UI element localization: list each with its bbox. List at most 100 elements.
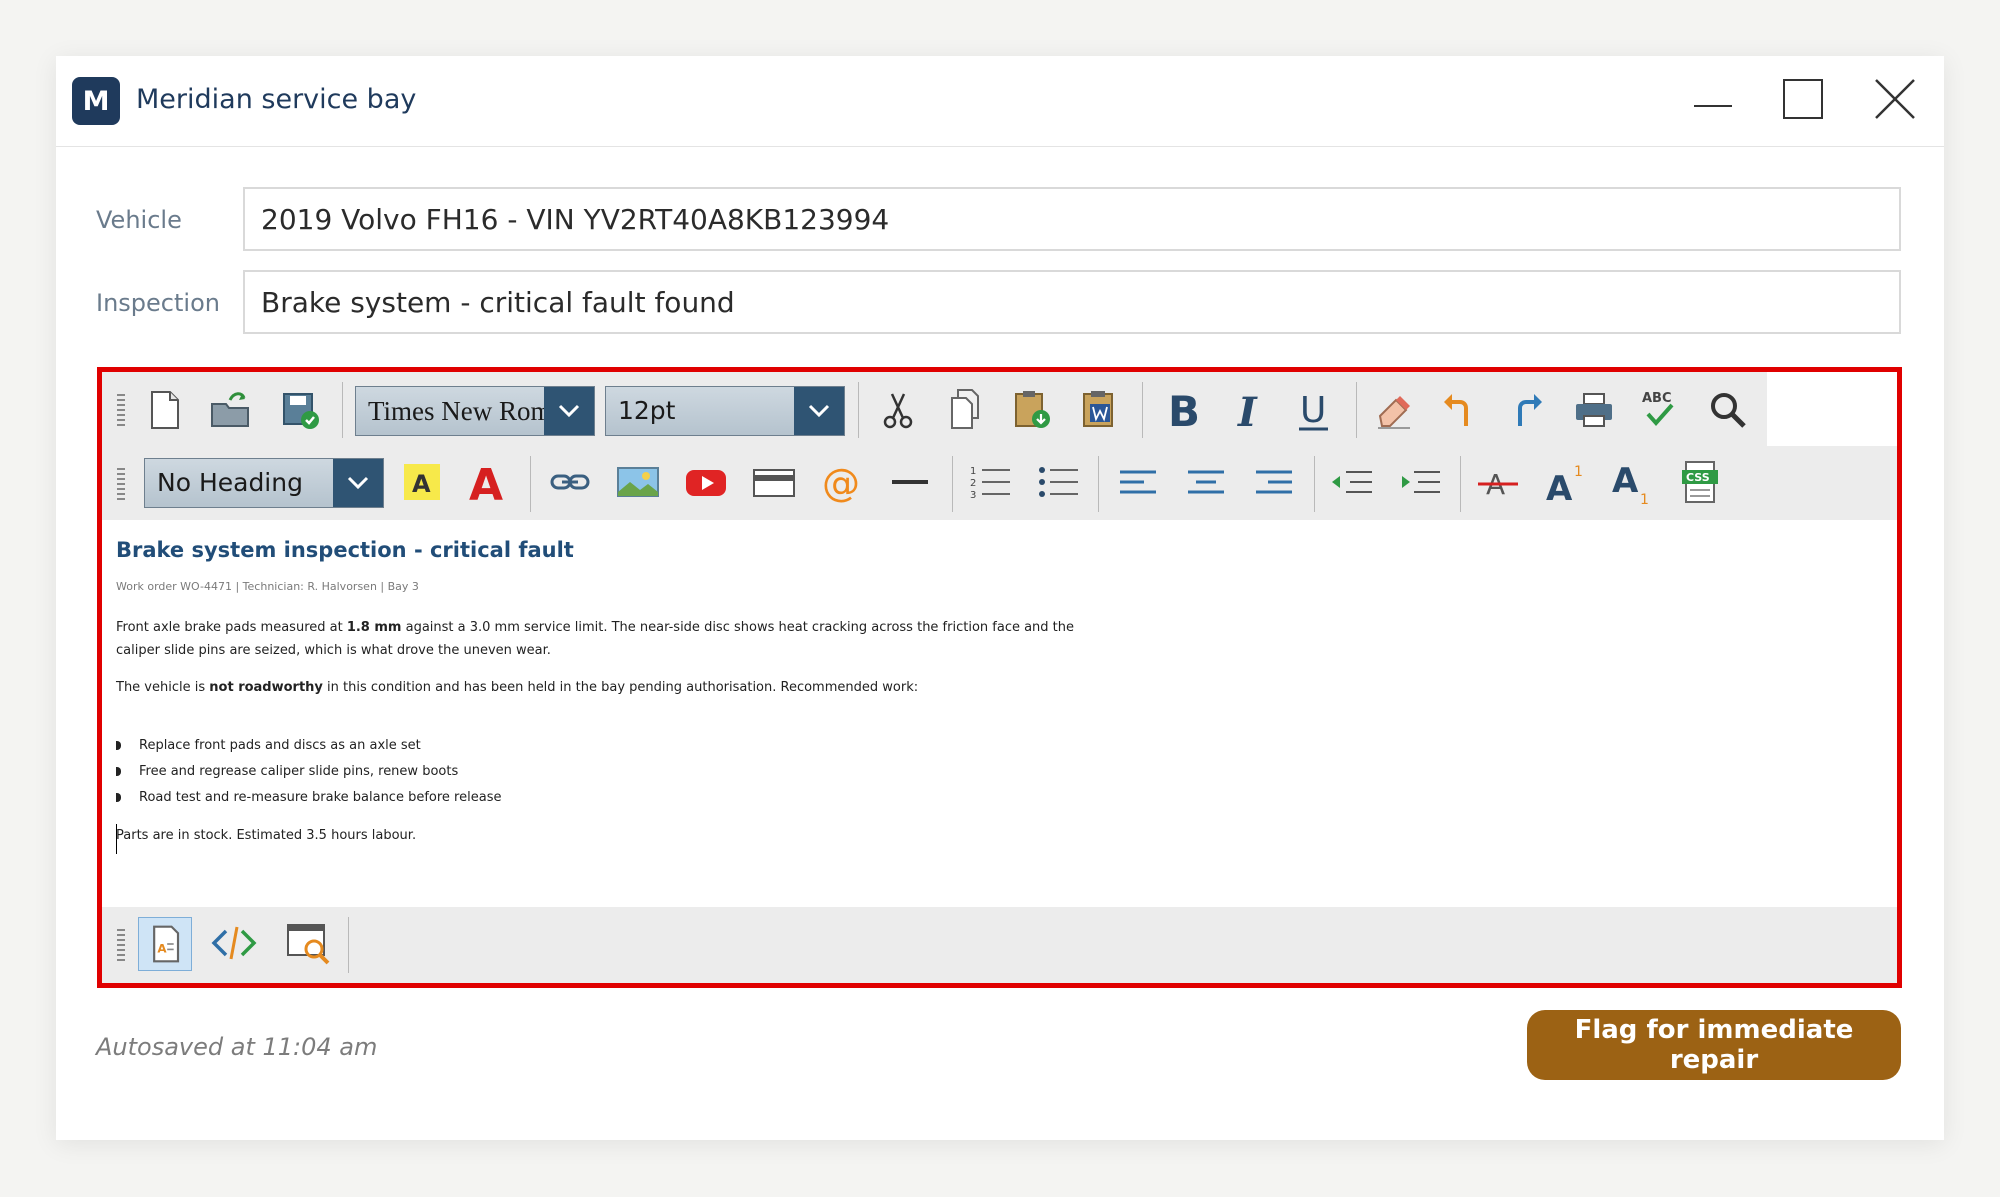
svg-text:B: B xyxy=(1168,387,1200,434)
bold-icon: B xyxy=(1168,387,1200,434)
list-item: Replace front pads and discs as an axle … xyxy=(116,738,421,753)
highlight-color-icon: A xyxy=(404,464,440,500)
toolbar-separator xyxy=(952,456,953,512)
close-button[interactable] xyxy=(1864,70,1924,130)
toolbar-separator xyxy=(348,917,349,973)
align-right-button[interactable] xyxy=(1250,458,1298,506)
numbered-list-button[interactable]: 123 xyxy=(966,458,1014,506)
svg-text:I: I xyxy=(1237,389,1258,434)
flag-repair-button[interactable]: Flag for immediate repair xyxy=(1527,1010,1901,1080)
toolbar-row-1: Times New Roman 12pt B I U ABC xyxy=(102,372,1767,446)
paste-from-word-button[interactable] xyxy=(1076,386,1124,434)
italic-button[interactable]: I xyxy=(1224,386,1272,434)
insert-link-button[interactable] xyxy=(546,458,594,506)
editor-content-area[interactable]: Brake system inspection - critical fault… xyxy=(116,538,1876,878)
redo-button[interactable] xyxy=(1502,386,1550,434)
spellcheck-text: ABC xyxy=(1642,391,1672,406)
find-button[interactable] xyxy=(1704,386,1752,434)
toolbar-separator xyxy=(530,456,531,512)
outdent-button[interactable] xyxy=(1328,458,1376,506)
toolbar-grip[interactable] xyxy=(117,468,125,502)
insert-email-button[interactable]: @ xyxy=(818,458,866,506)
heading-style-dropdown[interactable]: No Heading xyxy=(144,458,384,508)
link-icon xyxy=(550,474,590,490)
inspection-label: Inspection xyxy=(96,289,220,317)
open-file-button[interactable] xyxy=(206,386,254,434)
svg-text:1: 1 xyxy=(1574,464,1583,480)
toolbar-separator xyxy=(1314,456,1315,512)
font-size-dropdown[interactable]: 12pt xyxy=(605,386,845,436)
font-color-button[interactable]: A xyxy=(464,458,512,506)
superscript-icon: A1 xyxy=(1546,464,1583,506)
spellcheck-button[interactable]: ABC xyxy=(1636,386,1684,434)
insert-frame-button[interactable] xyxy=(750,458,798,506)
svg-text:A: A xyxy=(412,470,431,498)
chevron-down-icon xyxy=(794,387,844,435)
align-right-icon xyxy=(1256,470,1292,494)
vehicle-label: Vehicle xyxy=(96,206,182,234)
svg-text:A: A xyxy=(1546,469,1573,506)
italic-icon: I xyxy=(1237,389,1258,434)
close-icon xyxy=(1875,79,1915,119)
frame-icon xyxy=(753,469,795,497)
text-caret xyxy=(116,824,117,854)
strikethrough-button[interactable]: A xyxy=(1474,458,1522,506)
font-family-dropdown[interactable]: Times New Roman xyxy=(355,386,595,436)
svg-text:3: 3 xyxy=(970,490,976,501)
search-icon xyxy=(1711,393,1746,428)
toolbar-grip[interactable] xyxy=(117,929,125,963)
horizontal-rule-button[interactable] xyxy=(886,458,934,506)
highlight-color-button[interactable]: A xyxy=(398,458,446,506)
toolbar-grip[interactable] xyxy=(117,394,125,428)
indent-button[interactable] xyxy=(1396,458,1444,506)
insert-image-button[interactable] xyxy=(614,458,662,506)
bold-button[interactable]: B xyxy=(1158,386,1206,434)
document-title: Brake system inspection - critical fault xyxy=(116,538,574,562)
copy-button[interactable] xyxy=(942,386,990,434)
video-icon xyxy=(686,470,726,496)
vehicle-input[interactable] xyxy=(243,187,1901,251)
toolbar-separator xyxy=(1098,456,1099,512)
underline-button[interactable]: U xyxy=(1290,386,1338,434)
clear-formatting-button[interactable] xyxy=(1370,386,1418,434)
horizontal-rule-icon xyxy=(892,480,928,484)
outdent-icon xyxy=(1332,471,1372,493)
inspection-input[interactable] xyxy=(243,270,1901,334)
align-left-button[interactable] xyxy=(1114,458,1162,506)
svg-text:1: 1 xyxy=(1640,492,1649,506)
app-window: M Meridian service bay Vehicle Inspectio… xyxy=(56,56,1944,1140)
align-center-icon xyxy=(1188,470,1224,494)
maximize-button[interactable] xyxy=(1772,70,1832,130)
minimize-icon xyxy=(1694,105,1732,107)
word-paste-icon xyxy=(1083,391,1113,427)
minimize-button[interactable] xyxy=(1682,70,1742,130)
superscript-button[interactable]: A1 xyxy=(1542,458,1590,506)
rich-text-editor: Times New Roman 12pt B I U ABC No Headin… xyxy=(97,367,1902,988)
subscript-button[interactable]: A1 xyxy=(1608,458,1656,506)
save-button[interactable] xyxy=(276,386,324,434)
svg-text:@: @ xyxy=(822,461,860,505)
spellcheck-icon: ABC xyxy=(1642,391,1674,427)
svg-text:2: 2 xyxy=(970,478,976,489)
undo-button[interactable] xyxy=(1436,386,1484,434)
autosave-status: Autosaved at 11:04 am xyxy=(96,1033,378,1061)
new-document-button[interactable] xyxy=(140,386,188,434)
align-center-button[interactable] xyxy=(1182,458,1230,506)
insert-video-button[interactable] xyxy=(682,458,730,506)
title-bar: M Meridian service bay xyxy=(56,56,1944,147)
new-document-icon xyxy=(151,391,179,429)
cut-button[interactable] xyxy=(874,386,922,434)
paste-button[interactable] xyxy=(1008,386,1056,434)
image-icon xyxy=(617,467,659,497)
bulleted-list-button[interactable] xyxy=(1034,458,1082,506)
preview-button[interactable] xyxy=(284,919,332,967)
css-class-button[interactable]: CSS xyxy=(1676,458,1724,506)
underline-icon: U xyxy=(1299,390,1328,431)
print-button[interactable] xyxy=(1570,386,1618,434)
toolbar-separator xyxy=(858,382,859,438)
svg-text:A: A xyxy=(157,942,167,956)
html-source-button[interactable] xyxy=(210,919,258,967)
font-color-icon: A xyxy=(469,460,503,506)
design-mode-button[interactable]: A xyxy=(138,917,192,971)
chevron-down-icon xyxy=(544,387,594,435)
